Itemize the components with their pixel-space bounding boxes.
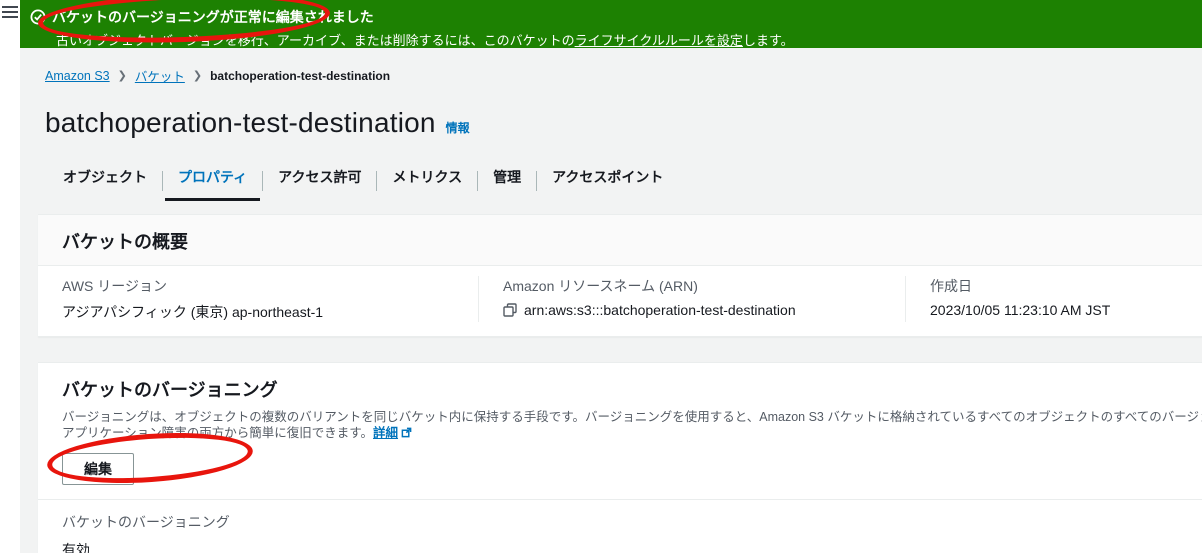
breadcrumb-buckets[interactable]: バケット: [135, 66, 185, 85]
versioning-status-label: バケットのバージョニング: [62, 512, 1202, 532]
breadcrumb-amazon-s3[interactable]: Amazon S3: [45, 69, 110, 83]
region-value: アジアパシフィック (東京) ap-northeast-1: [62, 302, 454, 322]
breadcrumb: Amazon S3 ❯ バケット ❯ batchoperation-test-d…: [45, 66, 1202, 85]
arn-value: arn:aws:s3:::batchoperation-test-destina…: [524, 302, 796, 318]
tab-access-points[interactable]: アクセスポイント: [537, 161, 678, 201]
flashbar-title: バケットのバージョニングが正常に編集されました: [52, 7, 374, 27]
main-area: バケットのバージョニングが正常に編集されました 古いオブジェクトバージョンを移行…: [20, 0, 1202, 553]
versioning-description-line2: アプリケーション障害の両方から簡単に復旧できます。詳細: [62, 425, 1202, 441]
copy-icon: [503, 303, 517, 317]
success-flashbar: バケットのバージョニングが正常に編集されました 古いオブジェクトバージョンを移行…: [20, 0, 1202, 48]
tab-bar: オブジェクト プロパティ アクセス許可 メトリクス 管理 アクセスポイント: [48, 161, 1202, 201]
success-check-icon: [30, 9, 46, 25]
edit-versioning-button[interactable]: 編集: [62, 453, 134, 485]
versioning-status-value: 有効: [62, 540, 1202, 553]
bucket-versioning-card: バケットのバージョニング バージョニングは、オブジェクトの複数のバリアントを同じ…: [38, 362, 1202, 553]
tab-properties[interactable]: プロパティ: [163, 161, 262, 201]
overview-title: バケットの概要: [62, 228, 1202, 254]
page-content: Amazon S3 ❯ バケット ❯ batchoperation-test-d…: [20, 48, 1202, 553]
copy-arn-button[interactable]: [503, 303, 517, 317]
region-label: AWS リージョン: [62, 276, 454, 296]
lifecycle-rule-link[interactable]: ライフサイクルルールを設定: [575, 33, 743, 48]
flashbar-message: 古いオブジェクトバージョンを移行、アーカイブ、または削除するには、このバケットの…: [56, 30, 1186, 49]
external-link-icon: [401, 427, 412, 438]
creation-date-value: 2023/10/05 11:23:10 AM JST: [930, 302, 1202, 318]
versioning-description-line1: バージョニングは、オブジェクトの複数のバリアントを同じバケット内に保持する手段で…: [62, 409, 1202, 425]
hamburger-menu-icon[interactable]: [2, 4, 18, 20]
creation-date-label: 作成日: [930, 276, 1202, 296]
tab-objects[interactable]: オブジェクト: [48, 161, 162, 201]
info-link[interactable]: 情報: [446, 119, 470, 136]
tab-permissions[interactable]: アクセス許可: [263, 161, 376, 201]
versioning-title: バケットのバージョニング: [62, 376, 1202, 402]
tab-management[interactable]: 管理: [478, 161, 536, 201]
breadcrumb-separator: ❯: [118, 69, 127, 82]
page-title: batchoperation-test-destination: [45, 107, 436, 139]
bucket-overview-card: バケットの概要 AWS リージョン アジアパシフィック (東京) ap-nort…: [38, 214, 1202, 337]
breadcrumb-separator: ❯: [193, 69, 202, 82]
collapsed-sidenav: [0, 0, 20, 553]
breadcrumb-current: batchoperation-test-destination: [210, 69, 390, 83]
tab-metrics[interactable]: メトリクス: [377, 161, 477, 201]
arn-label: Amazon リソースネーム (ARN): [503, 276, 881, 296]
versioning-learn-more-link[interactable]: 詳細: [373, 426, 398, 440]
